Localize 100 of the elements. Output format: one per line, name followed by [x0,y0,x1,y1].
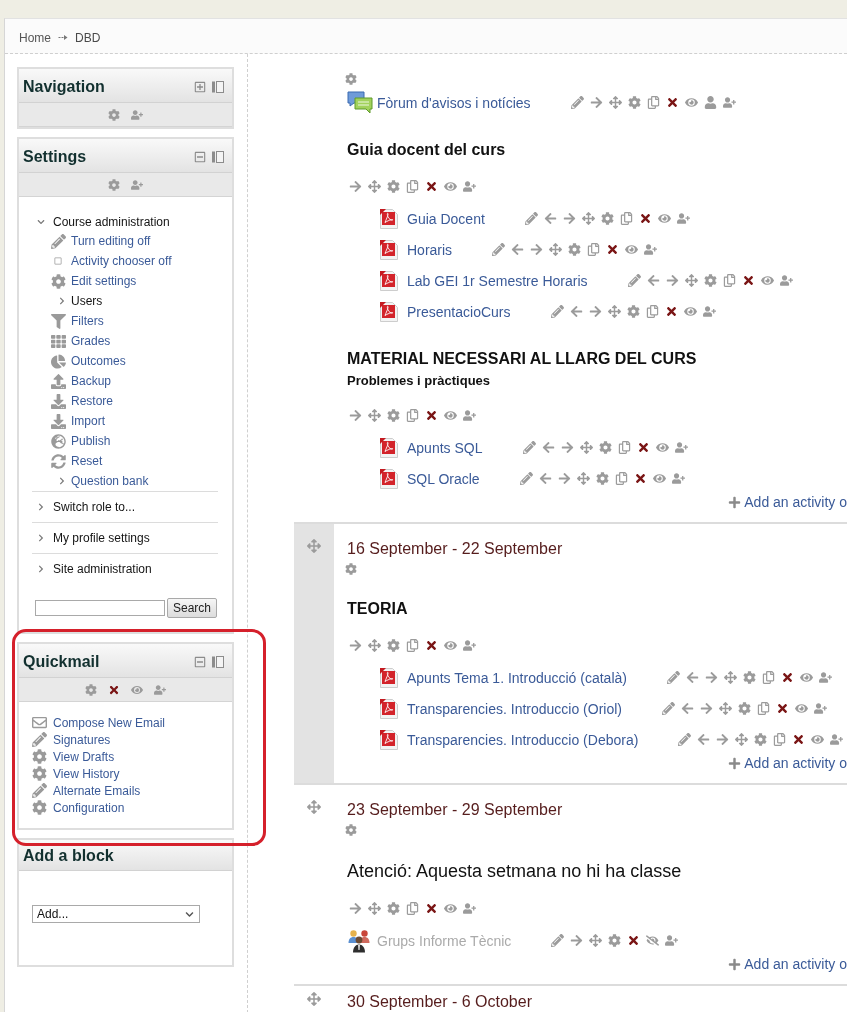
menu-link[interactable]: Outcomes [71,354,126,368]
move-icon[interactable] [607,305,621,318]
add-activity-link[interactable]: Add an activity o [728,755,847,771]
breadcrumb-link[interactable]: Home [19,30,51,45]
eye-icon[interactable] [444,901,457,915]
menu-link[interactable]: Import [71,414,105,428]
menu-link[interactable]: Alternate Emails [53,783,141,798]
copy-icon[interactable] [406,901,419,915]
eye-icon[interactable] [684,96,698,109]
activity-link[interactable]: SQL Oracle [407,470,480,487]
arrow-left-icon[interactable] [541,441,555,454]
eye-icon[interactable] [795,702,808,715]
pencil-icon[interactable] [551,934,565,947]
move-icon[interactable] [307,992,321,1006]
pencil-icon[interactable] [678,733,692,746]
menu-link[interactable]: Activity chooser off [71,254,172,268]
person-add-icon[interactable] [814,702,827,715]
gear-icon[interactable] [387,901,400,915]
menu-link[interactable]: Publish [71,434,111,448]
cross-icon[interactable] [636,441,650,454]
arrow-left-icon[interactable] [681,702,694,715]
person-add-icon[interactable] [131,178,143,191]
collapse-icon[interactable] [194,150,206,163]
arrow-left-icon[interactable] [685,671,699,684]
arrow-right-icon[interactable] [589,96,603,109]
search-button[interactable]: Search [167,598,218,618]
arrow-right-icon[interactable] [349,638,362,652]
cross-icon[interactable] [108,683,120,696]
gear-icon[interactable] [598,441,612,454]
gear-icon[interactable] [345,73,357,85]
gear-icon[interactable] [600,212,614,225]
copy-icon[interactable] [645,305,659,318]
pencil-icon[interactable] [522,441,536,454]
menu-branch[interactable]: Switch role to... [53,500,136,514]
move-icon[interactable] [549,243,563,256]
move-icon[interactable] [368,901,381,915]
eye-icon[interactable] [652,472,666,485]
gear-icon[interactable] [703,274,717,287]
activity-link[interactable]: Guia Docent [407,210,485,227]
arrow-left-icon[interactable] [543,212,557,225]
chevron-down-icon[interactable] [37,218,45,226]
gear-icon[interactable] [345,563,357,575]
gear-icon[interactable] [627,96,641,109]
copy-icon[interactable] [761,671,775,684]
copy-icon[interactable] [587,243,601,256]
activity-link[interactable]: Apunts Tema 1. Introducció (català) [407,669,627,686]
chevron-right-icon[interactable] [37,503,45,511]
move-icon[interactable] [581,212,595,225]
gear-icon[interactable] [568,243,582,256]
menu-link[interactable]: Question bank [71,474,149,488]
gear-icon[interactable] [608,934,622,947]
eye-slash-icon[interactable] [646,934,660,947]
arrow-right-icon[interactable] [704,671,718,684]
arrow-right-icon[interactable] [349,408,362,422]
person-add-icon[interactable] [779,274,793,287]
pencil-icon[interactable] [519,472,533,485]
move-icon[interactable] [723,671,737,684]
person-icon[interactable] [703,96,717,109]
gear-icon[interactable] [754,733,768,746]
gear-icon[interactable] [387,408,400,422]
caret-icon[interactable] [185,909,194,919]
cross-icon[interactable] [425,901,438,915]
cross-icon[interactable] [780,671,794,684]
activity-link[interactable]: Transparencies. Introduccio (Oriol) [407,700,622,717]
arrow-right-icon[interactable] [349,179,362,193]
arrow-left-icon[interactable] [538,472,552,485]
menu-branch[interactable]: Site administration [53,562,152,576]
eye-icon[interactable] [657,212,671,225]
pencil-icon[interactable] [627,274,641,287]
move-icon[interactable] [307,800,321,814]
chevron-right-icon[interactable] [37,534,45,542]
arrow-right-icon[interactable] [562,212,576,225]
pencil-icon[interactable] [570,96,584,109]
arrow-right-icon[interactable] [665,274,679,287]
move-icon[interactable] [684,274,698,287]
cross-icon[interactable] [627,934,641,947]
menu-link[interactable]: Restore [71,394,114,408]
move-icon[interactable] [368,638,381,652]
move-icon[interactable] [589,934,603,947]
eye-icon[interactable] [799,671,813,684]
gear-icon[interactable] [108,108,120,121]
arrow-right-icon[interactable] [349,901,362,915]
move-icon[interactable] [368,179,381,193]
expand-icon[interactable] [194,80,206,93]
arrow-right-icon[interactable] [557,472,571,485]
person-add-icon[interactable] [671,472,685,485]
chevron-right-icon[interactable] [37,565,45,573]
arrow-left-icon[interactable] [646,274,660,287]
activity-link[interactable]: PresentacioCurs [407,303,511,320]
cross-icon[interactable] [425,638,438,652]
menu-link[interactable]: Edit settings [71,274,137,288]
dock-icon[interactable] [212,655,224,668]
pencil-icon[interactable] [662,702,675,715]
cross-icon[interactable] [638,212,652,225]
activity-link[interactable]: Fòrum d'avisos i notícies [377,94,531,111]
copy-icon[interactable] [406,638,419,652]
menu-link[interactable]: Backup [71,374,112,388]
add-activity-link[interactable]: Add an activity o [728,494,847,510]
menu-link[interactable]: Signatures [53,732,111,747]
move-icon[interactable] [576,472,590,485]
